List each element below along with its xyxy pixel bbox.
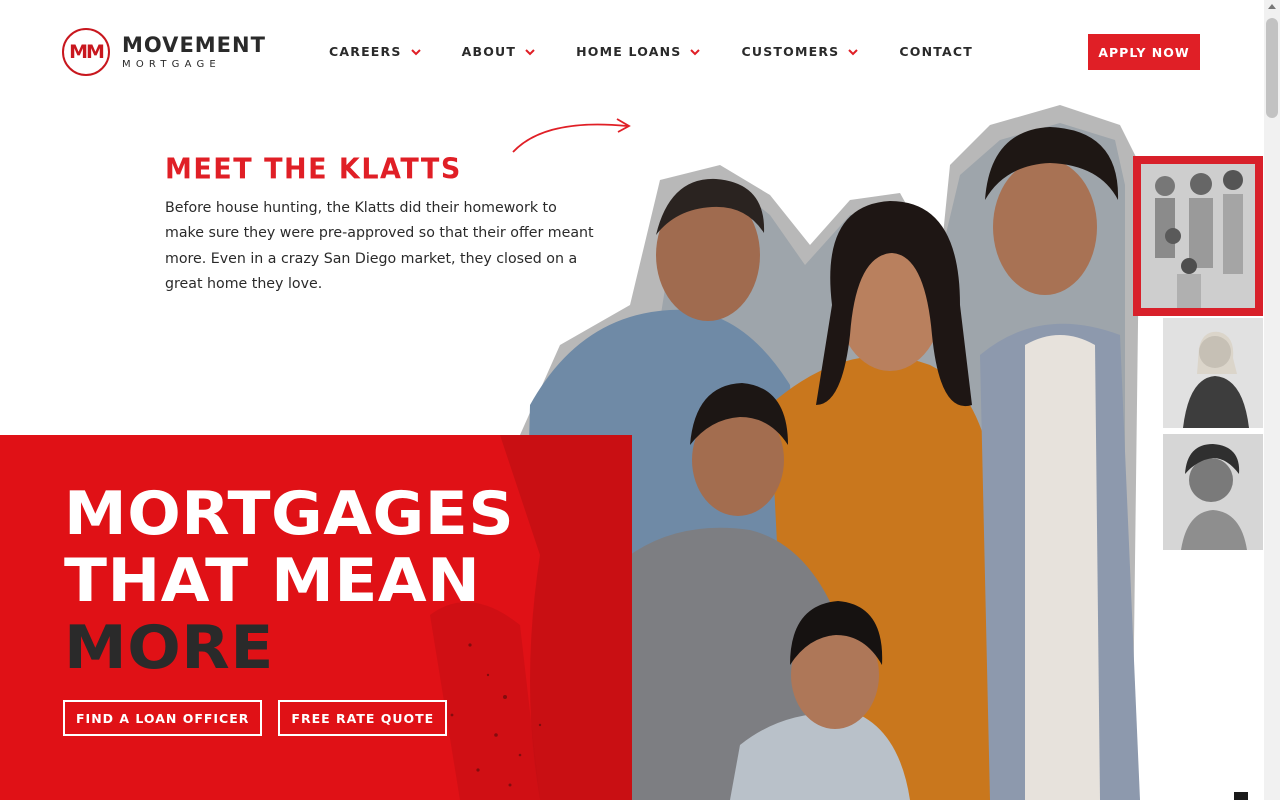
- corner-decoration: [1234, 792, 1248, 800]
- story-title: MEET THE KLATTS: [165, 153, 462, 186]
- nav-label: CONTACT: [899, 44, 973, 59]
- page-scrollbar[interactable]: [1264, 0, 1280, 800]
- nav-label: ABOUT: [461, 44, 517, 59]
- nav-item-customers[interactable]: CUSTOMERS: [741, 44, 859, 59]
- thumbnail-woman-graphic: [1163, 318, 1263, 428]
- hero-line-1: MORTGAGES: [64, 479, 515, 549]
- scrollbar-thumb[interactable]: [1266, 18, 1278, 118]
- brand-name: MOVEMENT: [122, 32, 266, 57]
- brand-logo[interactable]: MM MOVEMENT MORTGAGE: [62, 28, 266, 76]
- thumbnail-woman-image[interactable]: [1163, 318, 1263, 428]
- chevron-down-icon: [848, 48, 859, 55]
- apply-now-button[interactable]: APPLY NOW: [1088, 34, 1200, 70]
- nav-label: HOME LOANS: [576, 44, 682, 59]
- chevron-down-icon: [410, 48, 421, 55]
- chevron-down-icon: [525, 48, 535, 55]
- thumbnail-family-graphic: [1141, 164, 1255, 308]
- curved-arrow-icon: [512, 118, 631, 153]
- thumbnail-girl-image[interactable]: [1163, 434, 1263, 550]
- story-body: Before house hunting, the Klatts did the…: [165, 200, 594, 292]
- thumbnail-girl-graphic: [1163, 434, 1263, 550]
- thumbnail-family-image[interactable]: [1133, 156, 1263, 316]
- nav-item-careers[interactable]: CAREERS: [329, 44, 422, 59]
- chevron-down-icon: [690, 48, 701, 55]
- scroll-up-arrow-icon[interactable]: [1268, 4, 1276, 9]
- free-rate-quote-button[interactable]: FREE RATE QUOTE: [278, 700, 448, 736]
- logo-mark-icon: MM: [62, 28, 110, 76]
- hero-buttons: FIND A LOAN OFFICER FREE RATE QUOTE: [63, 700, 448, 736]
- nav-item-about[interactable]: ABOUT: [462, 44, 537, 59]
- hero-line-3: MORE: [64, 613, 274, 683]
- nav-item-home-loans[interactable]: HOME LOANS: [576, 44, 701, 59]
- nav-label: CAREERS: [329, 44, 402, 59]
- nav-label: CUSTOMERS: [741, 44, 840, 59]
- brand-sub: MORTGAGE: [122, 58, 221, 70]
- site-header: MM MOVEMENT MORTGAGE CAREERS ABOUT HOME …: [0, 0, 1264, 100]
- hero-banner: MORTGAGES THAT MEAN MORE FIND A LOAN OFF…: [0, 435, 632, 800]
- hero-line-2: THAT MEAN: [64, 546, 481, 616]
- find-loan-officer-button[interactable]: FIND A LOAN OFFICER: [63, 700, 263, 736]
- nav-item-contact[interactable]: CONTACT: [899, 44, 973, 59]
- main-nav: CAREERS ABOUT HOME LOANS CUSTOMERS CONTA…: [329, 44, 973, 59]
- hero-title: MORTGAGES THAT MEAN MORE: [64, 481, 514, 682]
- logo-text: MOVEMENT MORTGAGE: [122, 32, 266, 70]
